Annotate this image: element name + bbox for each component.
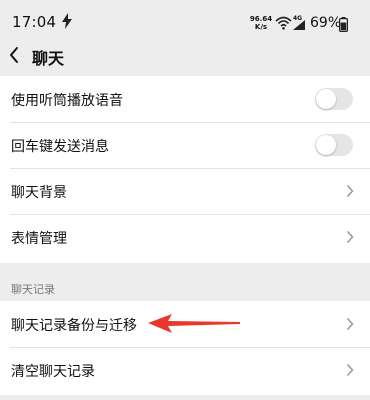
chevron-right-icon xyxy=(346,230,354,244)
setting-label: 聊天背景 xyxy=(11,185,67,201)
toggle-knob xyxy=(316,89,336,109)
back-chevron-icon[interactable] xyxy=(8,46,20,64)
page-title: 聊天 xyxy=(32,49,65,68)
charging-bolt-icon xyxy=(62,13,72,29)
setting-label: 清空聊天记录 xyxy=(11,364,95,380)
bottom-strip xyxy=(0,395,370,400)
chat-settings-group: 使用听筒播放语音 回车键发送消息 聊天背景 表情管理 xyxy=(0,76,370,263)
red-arrow-annotation-icon xyxy=(148,314,240,333)
setting-earpiece-voice[interactable]: 使用听筒播放语音 xyxy=(0,76,370,122)
setting-label: 聊天记录备份与迁移 xyxy=(11,318,137,334)
toggle-knob xyxy=(316,135,336,155)
enter-to-send-toggle[interactable] xyxy=(315,134,353,156)
setting-label: 表情管理 xyxy=(11,231,67,247)
network-speed-unit: K/s xyxy=(254,23,268,31)
battery-icon xyxy=(339,17,348,32)
setting-enter-to-send[interactable]: 回车键发送消息 xyxy=(0,122,370,168)
chevron-right-icon xyxy=(346,184,354,198)
signal-type-label: 4G xyxy=(293,15,303,22)
setting-label: 回车键发送消息 xyxy=(11,139,109,155)
network-speed-value: 96.64 xyxy=(249,15,273,23)
setting-chat-background[interactable]: 聊天背景 xyxy=(0,168,370,214)
earpiece-voice-toggle[interactable] xyxy=(315,88,353,110)
status-time: 17:04 xyxy=(12,13,57,31)
setting-sticker-management[interactable]: 表情管理 xyxy=(0,214,370,260)
setting-clear-chat-history[interactable]: 清空聊天记录 xyxy=(0,347,370,393)
setting-label: 使用听筒播放语音 xyxy=(11,93,123,109)
network-speed: 96.64 K/s xyxy=(248,15,274,31)
status-bar: 17:04 96.64 K/s 4G 69% xyxy=(0,0,370,34)
section-header-chat-history: 聊天记录 xyxy=(11,283,55,296)
battery-percent: 69% xyxy=(310,15,342,31)
nav-bar: 聊天 xyxy=(0,34,370,76)
chevron-right-icon xyxy=(346,363,354,377)
wifi-icon xyxy=(275,16,292,30)
chevron-right-icon xyxy=(346,317,354,331)
